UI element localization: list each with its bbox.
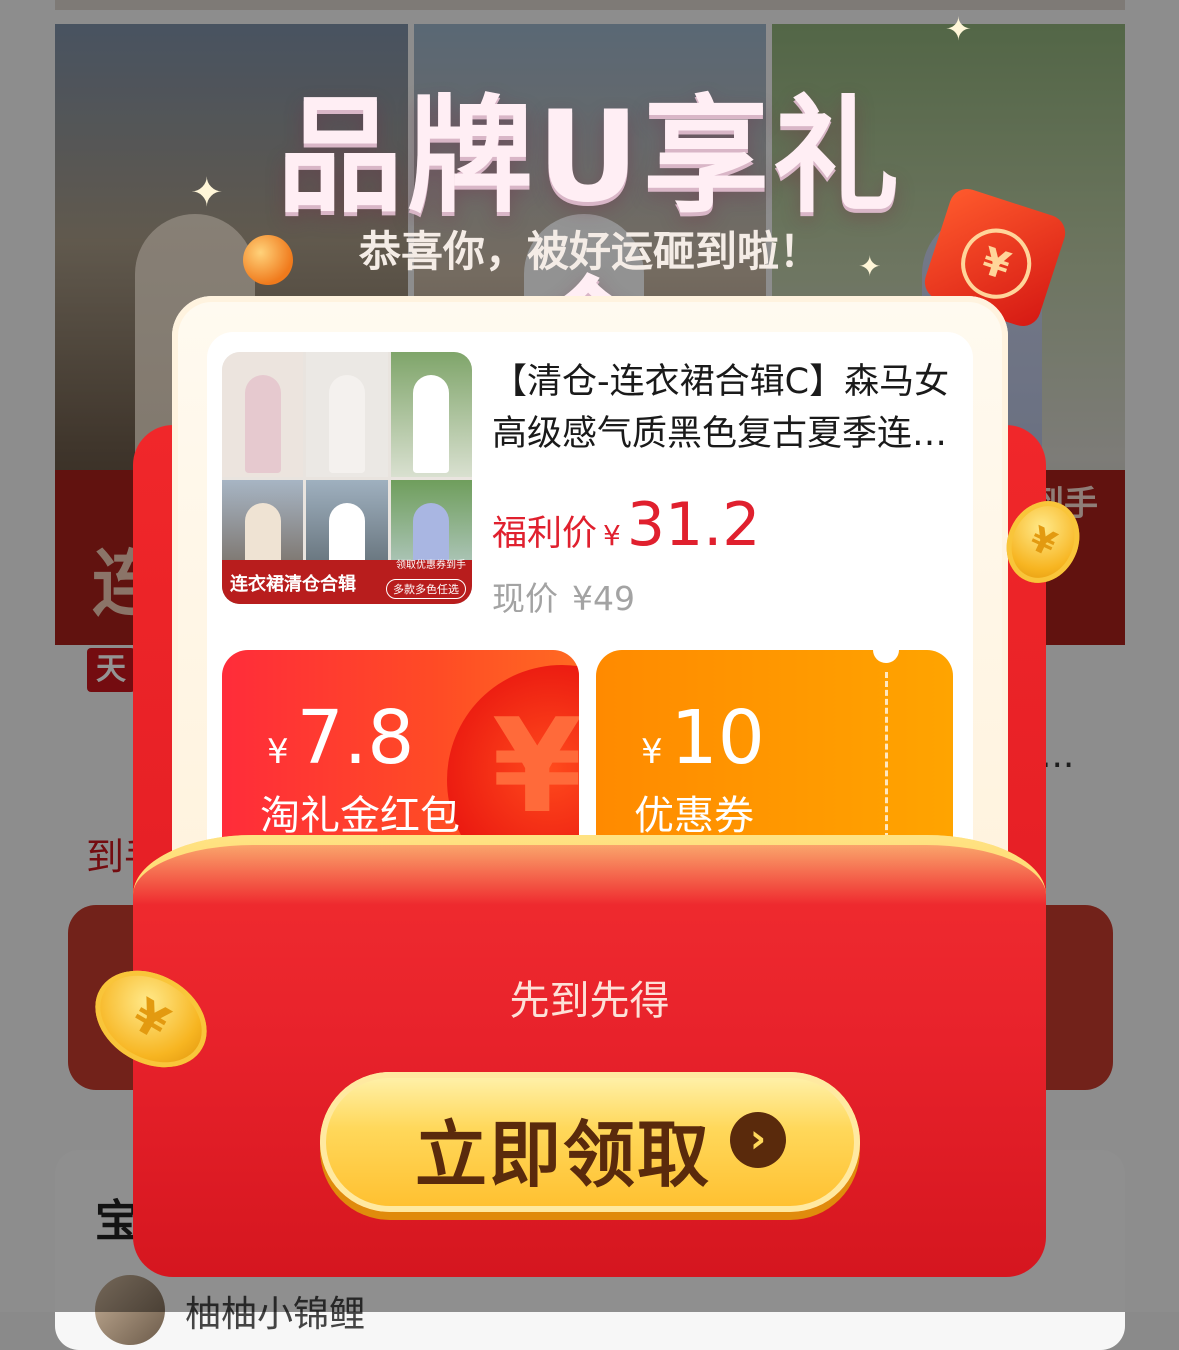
current-price-label: 现价 — [492, 579, 558, 618]
product-thumbnail: 连衣裙清仓合辑 领取优惠券到手 多款多色任选 — [222, 352, 472, 604]
sparkle-icon: ✦ — [945, 10, 972, 48]
coupon-amount: ¥7.8 — [267, 695, 415, 781]
welfare-price-value: 31.2 — [626, 490, 761, 560]
thumbnail-note: 领取优惠券到手 — [396, 560, 466, 571]
red-envelope-glow — [133, 835, 1046, 905]
welfare-price: 福利价 ¥31.2 — [492, 490, 760, 560]
coupon-label: 优惠券 — [634, 793, 754, 839]
claim-now-button[interactable]: 立即领取 › — [320, 1072, 860, 1212]
thumbnail-caption: 连衣裙清仓合辑 — [230, 574, 356, 595]
claim-button-label: 立即领取 — [415, 1113, 712, 1197]
first-come-notice: 先到先得 — [509, 978, 670, 1024]
welfare-price-label: 福利价 — [492, 514, 598, 554]
current-price-value: ¥49 — [572, 579, 635, 618]
welfare-price-currency: ¥ — [603, 519, 621, 552]
coupon-perforation — [885, 672, 888, 848]
current-price: 现价 ¥49 — [492, 572, 635, 620]
thumbnail-pill: 多款多色任选 — [386, 579, 466, 599]
chevron-right-icon: › — [730, 1112, 786, 1168]
decorative-orb — [243, 235, 293, 285]
coupon-notch — [873, 650, 899, 663]
yuan-watermark-icon: ¥ — [492, 690, 579, 842]
coupon-amount: ¥10 — [641, 695, 765, 781]
product-title: 【清仓-连衣裙合辑C】森马女高级感气质黑色复古夏季连衣裙 — [492, 362, 950, 454]
sparkle-icon: ✦ — [190, 170, 224, 216]
coupon-label: 淘礼金红包 — [260, 793, 460, 839]
sparkle-icon: ✦ — [858, 250, 882, 283]
popup-subtitle: 恭喜你，被好运砸到啦！ — [358, 227, 821, 276]
